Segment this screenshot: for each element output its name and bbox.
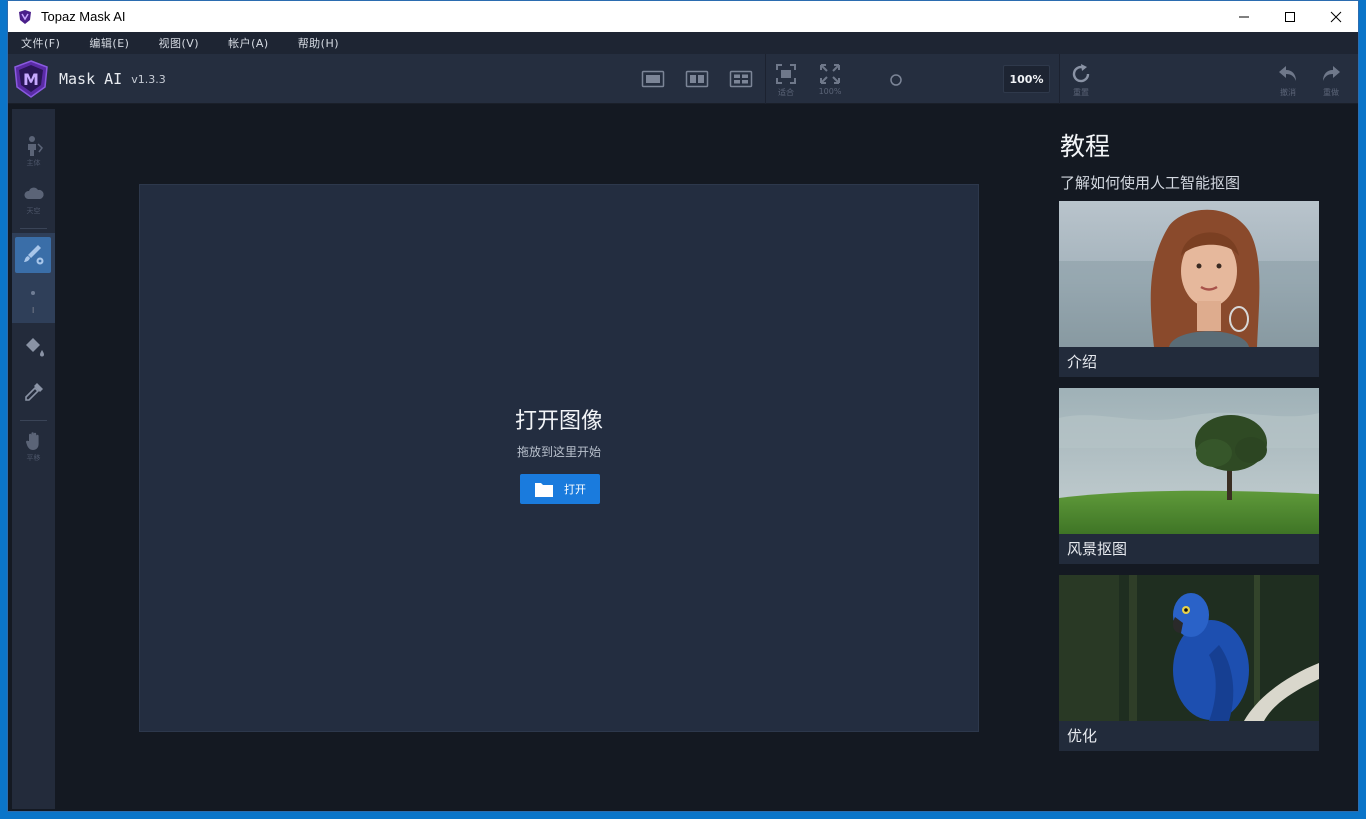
menu-file[interactable]: 文件(F)	[8, 35, 76, 51]
open-button[interactable]: 打开	[520, 474, 600, 504]
toolbar-divider	[1059, 54, 1060, 104]
minimize-button[interactable]	[1221, 1, 1267, 32]
parrot-thumbnail	[1059, 575, 1319, 721]
mask-ai-logo-icon: M	[14, 60, 48, 98]
pan-tool[interactable]: 平移	[12, 430, 55, 463]
maximize-icon	[1285, 11, 1295, 22]
redo-icon	[1323, 66, 1340, 81]
menu-bar: 文件(F) 编辑(E) 视图(V) 帐户(A) 帮助(H)	[8, 32, 1358, 54]
paint-bucket-icon	[25, 338, 44, 357]
portrait-thumbnail	[1059, 201, 1319, 347]
fit-label: 适合	[778, 88, 794, 97]
cloud-icon	[23, 187, 44, 199]
undo-button[interactable]: 撤消	[1276, 62, 1300, 98]
open-image-title: 打开图像	[514, 409, 603, 434]
undo-label: 撤消	[1280, 88, 1296, 97]
pan-tool-label: 平移	[26, 454, 41, 462]
tutorials-subtitle: 了解如何使用人工智能抠图	[1060, 174, 1241, 192]
menu-view[interactable]: 视图(V)	[145, 35, 215, 51]
drop-hint: 拖放到这里开始	[516, 445, 601, 459]
tutorial-caption: 优化	[1067, 727, 1098, 745]
menu-help[interactable]: 帮助(H)	[285, 35, 355, 51]
brush-size-dot-icon	[31, 291, 35, 295]
tool-divider	[20, 228, 47, 229]
actual-size-button[interactable]: 100%	[818, 62, 842, 96]
subject-tool[interactable]: 主体	[12, 135, 55, 168]
close-button[interactable]	[1313, 1, 1358, 32]
tutorial-caption: 风景抠图	[1067, 540, 1128, 558]
toolbar-divider	[765, 54, 766, 104]
brush-gear-icon	[24, 245, 44, 265]
reset-label: 重置	[1073, 88, 1089, 97]
title-bar: Topaz Mask AI	[8, 1, 1358, 32]
redo-button[interactable]: 重做	[1319, 62, 1343, 98]
app-name: Mask AI	[59, 70, 123, 88]
fill-tool[interactable]	[12, 336, 55, 358]
maximize-button[interactable]	[1267, 1, 1313, 32]
folder-icon	[535, 482, 553, 497]
window-title: Topaz Mask AI	[41, 9, 126, 24]
single-view-icon[interactable]	[641, 69, 665, 89]
eyedropper-icon	[24, 383, 43, 401]
close-icon	[1330, 11, 1342, 22]
tool-divider	[20, 420, 47, 421]
app-version: v1.3.3	[131, 72, 166, 86]
eyedropper-tool[interactable]	[12, 381, 55, 403]
zoom-slider-handle-icon[interactable]	[889, 73, 903, 87]
tools-sidebar: 主体 天空 平移	[12, 109, 55, 809]
minimize-icon	[1239, 16, 1249, 17]
reset-button[interactable]: 重置	[1069, 62, 1093, 98]
tutorial-card-refine[interactable]: 优化	[1059, 575, 1319, 751]
tutorial-caption: 介绍	[1067, 353, 1098, 371]
menu-account[interactable]: 帐户(A)	[215, 35, 285, 51]
hand-icon	[25, 432, 39, 450]
subject-tool-label: 主体	[26, 159, 41, 167]
topaz-logo-icon	[19, 9, 31, 24]
sky-tool-label: 天空	[26, 207, 41, 215]
reset-icon	[1072, 64, 1090, 83]
brand: M Mask AI v1.3.3	[12, 59, 166, 99]
image-drop-zone[interactable]: 打开图像 拖放到这里开始 打开	[139, 184, 979, 732]
brush-hardness-mark-icon	[32, 307, 34, 313]
main-toolbar: M Mask AI v1.3.3 适合 100% 100% 重置 撤消 重做	[8, 54, 1358, 104]
zoom-level-field[interactable]: 100%	[1003, 65, 1050, 93]
tree-landscape-thumbnail	[1059, 388, 1319, 534]
fit-button[interactable]: 适合	[774, 62, 798, 98]
open-button-label: 打开	[564, 483, 586, 496]
logo-letter: M	[23, 70, 39, 89]
fit-screen-icon	[776, 64, 796, 84]
undo-icon	[1279, 66, 1296, 81]
actual-size-label: 100%	[818, 87, 842, 96]
app-window: Topaz Mask AI 文件(F) 编辑(E) 视图(V) 帐户(A) 帮助…	[7, 0, 1359, 812]
tutorial-card-intro[interactable]: 介绍	[1059, 201, 1319, 377]
split-view-icon[interactable]	[685, 69, 709, 89]
tutorial-card-landscape[interactable]: 风景抠图	[1059, 388, 1319, 564]
tutorials-title: 教程	[1060, 132, 1111, 161]
expand-arrows-icon	[820, 64, 840, 84]
person-icon	[27, 136, 43, 156]
quad-view-icon[interactable]	[729, 69, 753, 89]
redo-label: 重做	[1323, 88, 1339, 97]
sky-tool[interactable]: 天空	[12, 183, 55, 216]
menu-edit[interactable]: 编辑(E)	[76, 35, 145, 51]
